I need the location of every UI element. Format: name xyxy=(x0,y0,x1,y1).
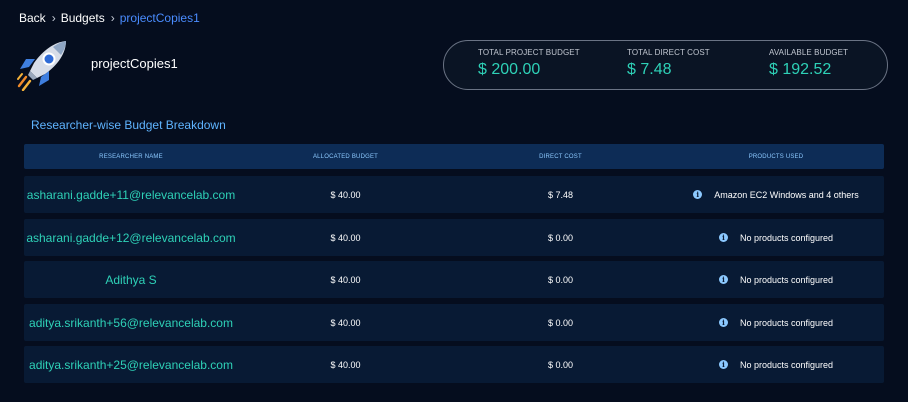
researcher-name: aditya.srikanth+25@relevancelab.com xyxy=(29,357,233,372)
column-header-researcher: RESEARCHER NAME xyxy=(99,153,163,160)
info-icon[interactable]: i xyxy=(718,233,728,242)
breadcrumb-separator-icon: › xyxy=(51,11,56,25)
total-direct-cost-label: TOTAL DIRECT COST xyxy=(627,48,710,57)
budget-summary-panel: TOTAL PROJECT BUDGET $ 200.00 TOTAL DIRE… xyxy=(443,40,888,90)
direct-cost: $ 0.00 xyxy=(547,317,574,328)
total-project-budget: TOTAL PROJECT BUDGET $ 200.00 xyxy=(478,48,580,79)
column-header-direct-cost: DIRECT COST xyxy=(539,153,582,160)
products-text: No products configured xyxy=(739,359,834,370)
allocated-budget: $ 40.00 xyxy=(330,317,361,328)
info-icon[interactable]: i xyxy=(718,318,728,327)
info-icon[interactable]: i xyxy=(718,275,728,284)
total-project-budget-label: TOTAL PROJECT BUDGET xyxy=(478,48,580,57)
info-icon[interactable]: i xyxy=(718,360,728,369)
budget-detail-page: Back › Budgets › projectCopies1 projectC… xyxy=(0,0,908,402)
products-text: No products configured xyxy=(739,317,834,328)
available-budget-value: $ 192.52 xyxy=(769,61,832,78)
table-header: RESEARCHER NAME ALLOCATED BUDGET DIRECT … xyxy=(24,144,884,169)
breadcrumb: Back › Budgets › projectCopies1 xyxy=(19,10,200,26)
products-text: No products configured xyxy=(739,274,834,285)
info-icon[interactable]: i xyxy=(693,190,703,199)
total-project-budget-value: $ 200.00 xyxy=(478,61,541,78)
direct-cost: $ 0.00 xyxy=(547,232,574,243)
section-title: Researcher-wise Budget Breakdown xyxy=(31,118,226,132)
column-header-allocated: ALLOCATED BUDGET xyxy=(312,153,379,160)
breadcrumb-current: projectCopies1 xyxy=(119,11,200,25)
project-name: projectCopies1 xyxy=(91,56,178,71)
direct-cost: $ 0.00 xyxy=(547,274,574,285)
available-budget-label: AVAILABLE BUDGET xyxy=(769,48,849,57)
researcher-name: asharani.gadde+11@relevancelab.com xyxy=(26,187,236,202)
products-used: i No products configured xyxy=(668,318,884,328)
products-text: No products configured xyxy=(739,232,834,243)
allocated-budget: $ 40.00 xyxy=(330,189,361,200)
allocated-budget: $ 40.00 xyxy=(330,359,361,370)
products-text: Amazon EC2 Windows and 4 others xyxy=(714,189,859,200)
column-header-products: PRODUCTS USED xyxy=(748,153,804,160)
total-direct-cost-value: $ 7.48 xyxy=(627,61,672,78)
products-used: i No products configured xyxy=(668,275,884,285)
direct-cost: $ 0.00 xyxy=(547,359,574,370)
products-used: i No products configured xyxy=(668,233,884,243)
allocated-budget: $ 40.00 xyxy=(330,274,361,285)
available-budget: AVAILABLE BUDGET $ 192.52 xyxy=(769,48,848,79)
researcher-name: asharani.gadde+12@relevancelab.com xyxy=(26,230,236,245)
direct-cost: $ 7.48 xyxy=(547,189,574,200)
products-used: i No products configured xyxy=(668,360,884,370)
table-row: asharani.gadde+12@relevancelab.com $ 40.… xyxy=(24,219,884,256)
products-used: i Amazon EC2 Windows and 4 others xyxy=(668,190,884,200)
table-row: asharani.gadde+11@relevancelab.com $ 40.… xyxy=(24,176,884,213)
breadcrumb-separator-icon: › xyxy=(110,11,115,25)
breadcrumb-back[interactable]: Back xyxy=(19,11,46,25)
allocated-budget: $ 40.00 xyxy=(330,232,361,243)
table-row: Adithya S $ 40.00 $ 0.00 i No products c… xyxy=(24,261,884,298)
table-row: aditya.srikanth+25@relevancelab.com $ 40… xyxy=(24,346,884,383)
researcher-name: aditya.srikanth+56@relevancelab.com xyxy=(29,315,233,330)
researcher-name: Adithya S xyxy=(105,272,157,287)
table-row: aditya.srikanth+56@relevancelab.com $ 40… xyxy=(24,304,884,341)
breadcrumb-budgets[interactable]: Budgets xyxy=(61,11,105,25)
rocket-icon xyxy=(17,41,66,91)
total-direct-cost: TOTAL DIRECT COST $ 7.48 xyxy=(627,48,710,79)
